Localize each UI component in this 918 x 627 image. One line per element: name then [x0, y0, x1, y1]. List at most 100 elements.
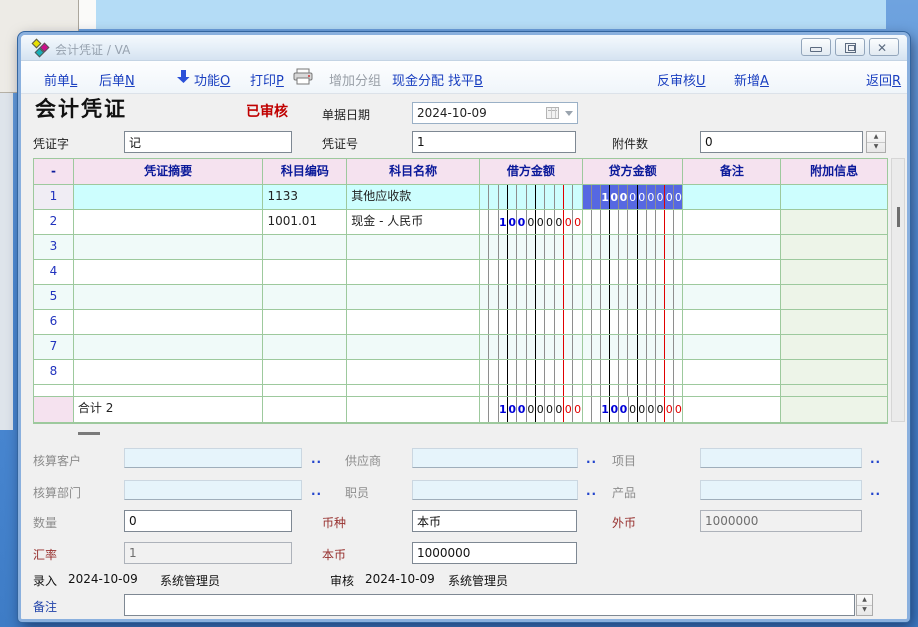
- credit-cell[interactable]: [583, 260, 684, 285]
- supplier-lookup-button[interactable]: ..: [586, 452, 597, 466]
- note-cell[interactable]: [683, 285, 781, 310]
- row-number[interactable]: 6: [34, 310, 74, 335]
- table-scrollbar[interactable]: [891, 158, 905, 422]
- splitter-handle[interactable]: [78, 432, 100, 435]
- row-number[interactable]: 1: [34, 185, 74, 210]
- account-name-cell[interactable]: [347, 360, 480, 385]
- extra-cell[interactable]: [781, 310, 887, 335]
- account-code-cell[interactable]: [263, 360, 347, 385]
- extra-cell[interactable]: [781, 210, 887, 235]
- extra-cell[interactable]: [781, 335, 887, 360]
- date-picker[interactable]: 2024-10-09: [412, 102, 578, 124]
- note-cell[interactable]: [683, 210, 781, 235]
- voucher-word-input[interactable]: [124, 131, 292, 153]
- functions-button[interactable]: 功能O: [194, 70, 230, 89]
- table-row[interactable]: 8: [34, 360, 887, 385]
- product-lookup-button[interactable]: ..: [870, 484, 881, 498]
- close-button[interactable]: ✕: [869, 38, 899, 56]
- debit-cell[interactable]: [480, 285, 583, 310]
- account-name-cell[interactable]: 其他应收款: [347, 185, 480, 210]
- debit-cell[interactable]: [480, 260, 583, 285]
- row-number[interactable]: 7: [34, 335, 74, 360]
- restore-button[interactable]: [835, 38, 865, 56]
- note-cell[interactable]: [683, 260, 781, 285]
- row-number[interactable]: 5: [34, 285, 74, 310]
- spinner-down-icon[interactable]: ▼: [857, 605, 872, 615]
- project-lookup-button[interactable]: ..: [870, 452, 881, 466]
- supplier-input[interactable]: [412, 448, 578, 468]
- summary-cell[interactable]: [74, 360, 264, 385]
- balance-button[interactable]: 找平B: [448, 70, 483, 89]
- account-code-cell[interactable]: [263, 335, 347, 360]
- department-lookup-button[interactable]: ..: [311, 484, 322, 498]
- table-row[interactable]: 1 1133 其他应收款 100000000: [34, 185, 887, 210]
- account-name-cell[interactable]: [347, 235, 480, 260]
- row-number[interactable]: 4: [34, 260, 74, 285]
- summary-cell[interactable]: [74, 235, 264, 260]
- table-row[interactable]: 5: [34, 285, 887, 310]
- table-row[interactable]: 2 1001.01 现金 - 人民币 100000000: [34, 210, 887, 235]
- account-name-cell[interactable]: [347, 260, 480, 285]
- account-name-cell[interactable]: 现金 - 人民币: [347, 210, 480, 235]
- debit-cell[interactable]: 100000000: [480, 210, 583, 235]
- table-row[interactable]: 3: [34, 235, 887, 260]
- account-code-cell[interactable]: [263, 285, 347, 310]
- row-number[interactable]: 3: [34, 235, 74, 260]
- unaudit-button[interactable]: 反审核U: [657, 70, 706, 89]
- row-number[interactable]: 2: [34, 210, 74, 235]
- account-name-cell[interactable]: [347, 310, 480, 335]
- prev-voucher-button[interactable]: 前单L: [44, 70, 77, 89]
- print-button[interactable]: 打印P: [250, 70, 284, 89]
- credit-cell[interactable]: [583, 285, 684, 310]
- printer-icon[interactable]: [293, 68, 313, 85]
- debit-cell[interactable]: [480, 310, 583, 335]
- account-code-cell[interactable]: 1001.01: [263, 210, 347, 235]
- customer-lookup-button[interactable]: ..: [311, 452, 322, 466]
- table-row[interactable]: 6: [34, 310, 887, 335]
- credit-cell[interactable]: [583, 310, 684, 335]
- account-code-cell[interactable]: 1133: [263, 185, 347, 210]
- account-code-cell[interactable]: [263, 260, 347, 285]
- titlebar[interactable]: 会计凭证 / VA ✕: [21, 35, 907, 61]
- customer-input[interactable]: [124, 448, 302, 468]
- next-voucher-button[interactable]: 后单N: [99, 70, 135, 89]
- credit-cell[interactable]: [583, 235, 684, 260]
- account-code-cell[interactable]: [263, 235, 347, 260]
- extra-cell[interactable]: [781, 360, 887, 385]
- debit-cell[interactable]: [480, 360, 583, 385]
- attachments-input[interactable]: [700, 131, 863, 153]
- table-row[interactable]: 4: [34, 260, 887, 285]
- voucher-no-input[interactable]: [412, 131, 576, 153]
- debit-cell[interactable]: [480, 185, 583, 210]
- remark-stepper[interactable]: ▲ ▼: [856, 594, 873, 616]
- extra-cell[interactable]: [781, 185, 887, 210]
- summary-cell[interactable]: [74, 285, 264, 310]
- remark-input[interactable]: [124, 594, 855, 616]
- account-code-cell[interactable]: [263, 310, 347, 335]
- extra-cell[interactable]: [781, 235, 887, 260]
- summary-cell[interactable]: [74, 310, 264, 335]
- note-cell[interactable]: [683, 235, 781, 260]
- note-cell[interactable]: [683, 360, 781, 385]
- minimize-button[interactable]: [801, 38, 831, 56]
- summary-cell[interactable]: [74, 260, 264, 285]
- new-button[interactable]: 新增A: [734, 70, 769, 89]
- employee-input[interactable]: [412, 480, 578, 500]
- account-name-cell[interactable]: [347, 335, 480, 360]
- note-cell[interactable]: [683, 335, 781, 360]
- extra-cell[interactable]: [781, 285, 887, 310]
- chevron-down-icon[interactable]: [565, 111, 573, 116]
- project-input[interactable]: [700, 448, 862, 468]
- summary-cell[interactable]: [74, 335, 264, 360]
- credit-cell[interactable]: [583, 335, 684, 360]
- account-name-cell[interactable]: [347, 285, 480, 310]
- cash-allocation-button[interactable]: 现金分配: [392, 70, 444, 89]
- scrollbar-thumb[interactable]: [897, 207, 900, 227]
- note-cell[interactable]: [683, 185, 781, 210]
- attachments-stepper[interactable]: ▲ ▼: [866, 131, 886, 153]
- currency-input[interactable]: [412, 510, 577, 532]
- credit-cell[interactable]: [583, 360, 684, 385]
- summary-cell[interactable]: [74, 210, 264, 235]
- row-number[interactable]: 8: [34, 360, 74, 385]
- local-amount-input[interactable]: [412, 542, 577, 564]
